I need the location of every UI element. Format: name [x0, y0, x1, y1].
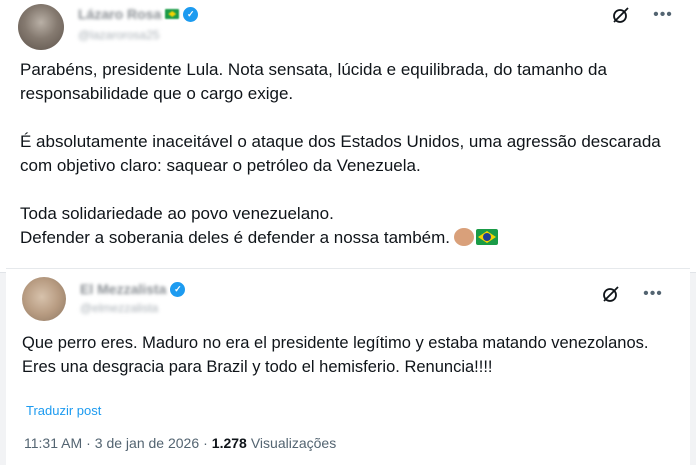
author-handle[interactable]: @lazarorosa25 — [78, 28, 160, 42]
avatar[interactable] — [18, 4, 64, 50]
grok-icon[interactable] — [600, 283, 622, 305]
tweet-last-line-text: Defender a soberania deles é defender a … — [20, 228, 450, 247]
fist-emoji — [454, 228, 474, 246]
tweet-paragraph: Toda solidariedade ao povo venezuelano. — [20, 204, 334, 223]
meta-separator: · — [203, 435, 208, 451]
views-count: 1.278 — [211, 435, 247, 451]
reply-body: Que perro eres. Maduro no era el preside… — [22, 334, 649, 376]
views-label: Visualizações — [250, 435, 337, 451]
author-row: Lázaro Rosa ✓ — [78, 6, 199, 22]
author-name[interactable]: El Mezzalista — [80, 281, 166, 297]
brazil-flag-emoji — [476, 229, 498, 245]
tweet-card-1[interactable]: Lázaro Rosa ✓ @lazarorosa25 ••• Parabéns… — [0, 0, 696, 273]
verified-badge-icon: ✓ — [170, 281, 186, 297]
tweet-actions: ••• — [610, 4, 674, 26]
more-icon[interactable]: ••• — [652, 4, 674, 26]
verified-badge-icon: ✓ — [183, 6, 199, 22]
grok-icon[interactable] — [610, 4, 632, 26]
author-row: El Mezzalista ✓ — [80, 281, 186, 297]
more-icon[interactable]: ••• — [642, 283, 664, 305]
tweet-paragraph: É absolutamente inaceitável o ataque dos… — [20, 132, 661, 175]
tweet-last-line: Defender a soberania deles é defender a … — [20, 226, 670, 250]
tweet-body: Parabéns, presidente Lula. Nota sensata,… — [20, 58, 670, 250]
avatar[interactable] — [22, 277, 66, 321]
tweet-meta: 11:31 AM · 3 de jan de 2026 · 1.278 Visu… — [24, 435, 336, 451]
tweet-paragraph: Parabéns, presidente Lula. Nota sensata,… — [20, 60, 607, 103]
tweet-actions: ••• — [600, 283, 664, 305]
tweet-time[interactable]: 11:31 AM — [24, 435, 82, 451]
author-name[interactable]: Lázaro Rosa — [78, 6, 161, 22]
brazil-flag-icon — [165, 9, 180, 19]
tweet-date[interactable]: 3 de jan de 2026 — [95, 435, 199, 451]
author-handle[interactable]: @elmezzalista — [80, 301, 158, 315]
translate-post-link[interactable]: Traduzir post — [26, 403, 101, 418]
meta-separator: · — [86, 435, 91, 451]
tweet-card-2[interactable]: El Mezzalista ✓ @elmezzalista ••• Que pe… — [6, 268, 690, 465]
